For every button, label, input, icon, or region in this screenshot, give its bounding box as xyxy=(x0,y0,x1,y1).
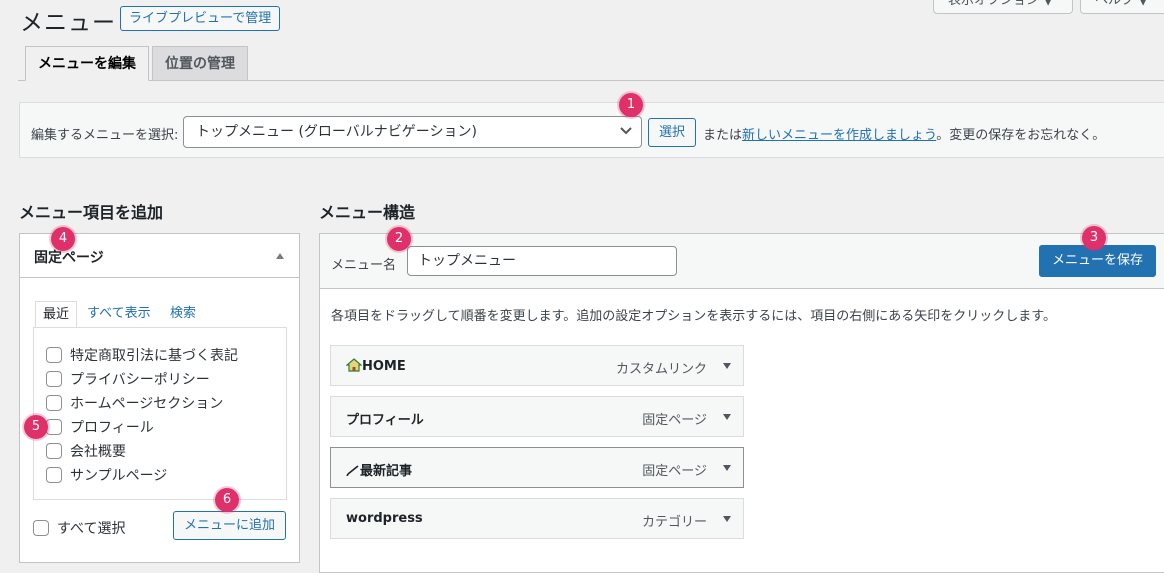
menu-name-label: メニュー名 xyxy=(331,258,397,273)
annotation-badge-5: 5 xyxy=(24,415,48,439)
page-checkbox[interactable] xyxy=(46,347,62,363)
menu-item-title: 最新記事 xyxy=(346,460,412,479)
page-label: ホームページセクション xyxy=(70,396,224,412)
list-item[interactable]: サンプルページ xyxy=(46,465,167,485)
live-preview-button[interactable]: ライブプレビューで管理 xyxy=(120,6,281,31)
page-label: 会社概要 xyxy=(70,444,126,460)
page-checkbox[interactable] xyxy=(46,371,62,387)
page-title: メニュー xyxy=(20,10,116,36)
page-label: 特定商取引法に基づく表記 xyxy=(70,348,238,364)
menu-item-type: カスタムリンク xyxy=(615,362,707,377)
menu-item[interactable]: HOME カスタムリンク xyxy=(330,345,744,386)
list-item[interactable]: プライバシーポリシー xyxy=(46,369,210,389)
add-to-menu-button[interactable]: メニューに追加 xyxy=(173,511,286,540)
subtab-search[interactable]: 検索 xyxy=(163,301,203,328)
add-menu-items-heading: メニュー項目を追加 xyxy=(19,203,164,222)
help-button[interactable]: ヘルプ ▼ xyxy=(1080,0,1164,14)
menu-item-type: 固定ページ xyxy=(642,464,707,479)
chevron-down-icon xyxy=(620,127,632,135)
page-checkbox[interactable] xyxy=(46,395,62,411)
list-item[interactable]: プロフィール xyxy=(46,417,154,437)
subtab-view-all[interactable]: すべて表示 xyxy=(80,301,158,328)
page-label: プライバシーポリシー xyxy=(70,372,210,388)
expand-arrow-icon[interactable] xyxy=(723,414,731,420)
annotation-badge-6: 6 xyxy=(215,488,239,512)
annotation-badge-3: 3 xyxy=(1082,226,1106,250)
select-menu-label: 編集するメニューを選択: xyxy=(31,128,179,143)
menu-item-type: 固定ページ xyxy=(642,413,707,428)
menu-item[interactable]: wordpress カテゴリー xyxy=(330,498,744,539)
list-item[interactable]: 会社概要 xyxy=(46,441,126,461)
pencil-icon xyxy=(346,465,359,477)
select-all-checkbox[interactable] xyxy=(33,520,49,536)
menu-item-title: プロフィール xyxy=(346,413,424,428)
page-checkbox[interactable] xyxy=(46,467,62,483)
select-all-label: すべて選択 xyxy=(57,521,126,537)
menu-item[interactable]: 最新記事 固定ページ xyxy=(330,447,744,488)
menu-item-title: HOME xyxy=(345,358,406,374)
menu-item-label: 最新記事 xyxy=(360,464,413,479)
menu-structure-heading: メニュー構造 xyxy=(319,203,416,222)
page-label: プロフィール xyxy=(70,420,154,436)
list-item[interactable]: ホームページセクション xyxy=(46,393,223,413)
page-checkbox[interactable] xyxy=(46,419,62,435)
expand-arrow-icon[interactable] xyxy=(723,516,731,522)
menu-select[interactable]: トップメニュー (グローバルナビゲーション) xyxy=(183,116,642,148)
expand-arrow-icon[interactable] xyxy=(723,363,731,369)
save-menu-button[interactable]: メニューを保存 xyxy=(1039,245,1156,277)
screen-options-button[interactable]: 表示オプション ▼ xyxy=(933,0,1073,14)
menu-item[interactable]: プロフィール 固定ページ xyxy=(330,396,744,437)
menu-name-input[interactable]: トップメニュー xyxy=(407,246,677,276)
create-new-menu-link[interactable]: 新しいメニューを作成しましょう xyxy=(742,128,936,143)
collapse-arrow-icon[interactable] xyxy=(276,253,284,259)
expand-arrow-icon[interactable] xyxy=(723,465,731,471)
pages-accordion-title: 固定ページ xyxy=(34,250,104,266)
select-menu-button[interactable]: 選択 xyxy=(648,118,696,147)
menu-item-type: カテゴリー xyxy=(641,515,707,530)
annotation-badge-4: 4 xyxy=(51,227,75,251)
annotation-badge-1: 1 xyxy=(619,93,643,117)
or-label: または xyxy=(703,128,743,143)
list-item[interactable]: 特定商取引法に基づく表記 xyxy=(46,345,238,365)
tab-edit-menus[interactable]: メニューを編集 xyxy=(25,46,149,81)
menu-item-label: HOME xyxy=(362,359,406,374)
save-reminder-text: 。変更の保存をお忘れなく。 xyxy=(936,128,1106,143)
annotation-badge-2: 2 xyxy=(387,227,411,251)
page-checkbox[interactable] xyxy=(46,443,62,459)
drag-instructions: 各項目をドラッグして順番を変更します。追加の設定オプションを表示するには、項目の… xyxy=(331,309,1057,324)
select-all-row[interactable]: すべて選択 xyxy=(33,518,125,538)
subtab-recent[interactable]: 最近 xyxy=(35,301,78,328)
tab-manage-locations[interactable]: 位置の管理 xyxy=(152,46,248,81)
create-menu-text: または新しいメニューを作成しましょう。変更の保存をお忘れなく。 xyxy=(703,124,1105,143)
house-icon xyxy=(345,358,363,372)
page-label: サンプルページ xyxy=(70,468,168,484)
menu-item-title: wordpress xyxy=(346,511,423,526)
